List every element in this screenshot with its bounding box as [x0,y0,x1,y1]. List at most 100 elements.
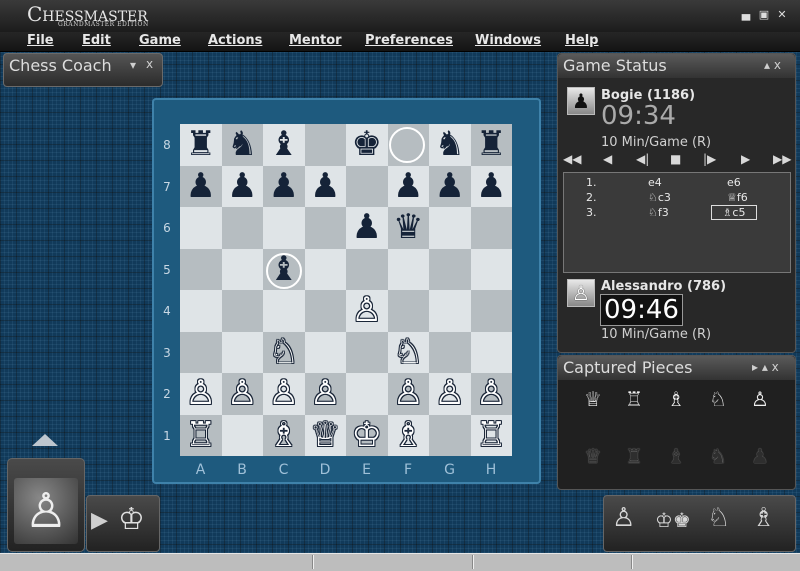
piece-e1[interactable]: ♔ [346,415,388,457]
square-h6[interactable] [470,207,512,249]
piece-e4[interactable]: ♙ [346,290,388,332]
nav-back-step-button[interactable]: ◀ [603,152,612,166]
piece-h7[interactable]: ♟ [471,166,513,208]
piece-e8[interactable]: ♚ [346,124,388,166]
move-white[interactable]: ♘c3 [648,191,671,204]
menu-edit[interactable]: Edit [82,33,111,48]
nav-forward-button[interactable]: |▶ [703,152,716,166]
expand-up-arrow-icon[interactable] [32,434,58,446]
menu-actions[interactable]: Actions [208,33,262,48]
pawn-tool-icon[interactable]: ♙ [612,503,635,533]
captured-pieces-controls[interactable]: ▸ ▴ x [752,360,779,374]
piece-g2[interactable]: ♙ [429,373,471,415]
piece-b7[interactable]: ♟ [222,166,264,208]
square-d6[interactable] [304,207,346,249]
square-a4[interactable] [180,290,222,332]
game-status-controls[interactable]: ▴ x [764,58,781,72]
piece-a2[interactable]: ♙ [180,373,222,415]
square-e7[interactable] [346,165,388,207]
menu-preferences[interactable]: Preferences [365,33,453,48]
square-a5[interactable] [180,248,222,290]
chessboard[interactable]: ♜ ♞ ♝ ♚ ♞ ♜ ♟ ♟ ♟ ♟ ♟ ♟ ♟ ♟ ♛ ♝ ♙ ♘ ♘ ♙ ♙ ♙ ♙ ♙ ♙ ♙ ♖ ♗ ♕ ♔ ♗ ♖ [180,124,512,456]
move-black[interactable]: e6 [727,176,741,189]
square-f4[interactable] [387,290,429,332]
piece-a8[interactable]: ♜ [180,124,222,166]
piece-c3[interactable]: ♘ [263,332,305,374]
nav-next-button[interactable]: ▶ [741,152,750,166]
square-b1[interactable] [221,414,263,456]
square-g4[interactable] [429,290,471,332]
piece-f6[interactable]: ♛ [388,207,430,249]
piece-f1[interactable]: ♗ [388,415,430,457]
bishop-search-tool-icon[interactable]: ♗ [752,503,775,533]
nav-back-button[interactable]: ◀| [636,152,649,166]
piece-f7[interactable]: ♟ [388,166,430,208]
piece-c2[interactable]: ♙ [263,373,305,415]
square-f5[interactable] [387,248,429,290]
menu-windows[interactable]: Windows [475,33,541,48]
square-d8[interactable] [304,124,346,166]
square-h5[interactable] [470,248,512,290]
square-g3[interactable] [429,331,471,373]
close-button[interactable]: ✕ [776,9,788,21]
piece-f2[interactable]: ♙ [388,373,430,415]
square-b4[interactable] [221,290,263,332]
square-g5[interactable] [429,248,471,290]
square-c4[interactable] [263,290,305,332]
square-g1[interactable] [429,414,471,456]
square-h3[interactable] [470,331,512,373]
piece-a7[interactable]: ♟ [180,166,222,208]
move-white[interactable]: e4 [648,176,662,189]
square-e3[interactable] [346,331,388,373]
chess-coach-menu-icon[interactable]: ▾ [130,58,136,72]
move-list[interactable]: 1. e4 e6 2. ♘c3 ♕f6 3. ♘f3 ♗c5 [563,172,791,273]
square-e5[interactable] [346,248,388,290]
square-b3[interactable] [221,331,263,373]
square-d4[interactable] [304,290,346,332]
piece-d1[interactable]: ♕ [305,415,347,457]
move-black[interactable]: ♕f6 [727,191,748,204]
kings-tool-icon[interactable]: ♔♚ [655,508,691,532]
menu-game[interactable]: Game [139,33,181,48]
move-white[interactable]: ♘f3 [648,206,669,219]
square-b5[interactable] [221,248,263,290]
minimize-button[interactable]: ▄ [740,9,752,21]
menu-file[interactable]: File [27,33,54,48]
piece-b8[interactable]: ♞ [222,124,264,166]
square-d5[interactable] [304,248,346,290]
square-e2[interactable] [346,373,388,415]
square-d3[interactable] [304,331,346,373]
piece-a1[interactable]: ♖ [180,415,222,457]
piece-d2[interactable]: ♙ [305,373,347,415]
restore-button[interactable]: ▣ [758,9,770,21]
move-black-selected[interactable]: ♗c5 [711,205,757,220]
piece-c7[interactable]: ♟ [263,166,305,208]
piece-e6[interactable]: ♟ [346,207,388,249]
piece-f3[interactable]: ♘ [388,332,430,374]
square-b6[interactable] [221,207,263,249]
piece-b2[interactable]: ♙ [222,373,264,415]
nav-first-button[interactable]: ◀◀ [563,152,581,166]
nav-last-button[interactable]: ▶▶ [773,152,791,166]
piece-h8[interactable]: ♜ [471,124,513,166]
play-arrow-icon[interactable]: ▶ [91,508,108,533]
piece-h2[interactable]: ♙ [471,373,513,415]
square-a6[interactable] [180,207,222,249]
menu-mentor[interactable]: Mentor [289,33,342,48]
piece-d7[interactable]: ♟ [305,166,347,208]
menu-help[interactable]: Help [565,33,598,48]
square-h4[interactable] [470,290,512,332]
piece-c1[interactable]: ♗ [263,415,305,457]
king-icon[interactable]: ♔ [118,502,145,537]
chess-coach-close-icon[interactable]: x [146,57,153,71]
knight-tool-icon[interactable]: ♘ [707,503,730,533]
piece-g7[interactable]: ♟ [429,166,471,208]
piece-c8[interactable]: ♝ [263,124,305,166]
square-g6[interactable] [429,207,471,249]
player-portrait-image[interactable]: ♙ [14,478,78,544]
nav-stop-button[interactable]: ■ [670,152,681,166]
piece-g8[interactable]: ♞ [429,124,471,166]
piece-h1[interactable]: ♖ [471,415,513,457]
square-a3[interactable] [180,331,222,373]
square-c6[interactable] [263,207,305,249]
